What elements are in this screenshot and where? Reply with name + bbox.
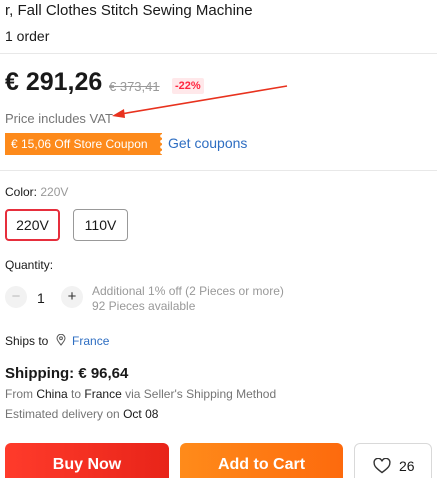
quantity-label: Quantity: [5, 258, 54, 272]
wishlist-count: 26 [399, 458, 415, 474]
color-selected-value: 220V [40, 185, 69, 199]
discount-badge: -22% [172, 78, 204, 94]
to-label: to [71, 387, 82, 401]
estimated-delivery: Estimated delivery on Oct 08 [5, 407, 158, 421]
color-label-text: Color: [5, 185, 38, 199]
location-pin-icon [56, 334, 66, 346]
divider [0, 53, 437, 54]
store-coupon-badge[interactable]: € 15,06 Off Store Coupon [5, 133, 162, 155]
product-title: r, Fall Clothes Stitch Sewing Machine [5, 2, 253, 19]
from-label: From [5, 387, 33, 401]
quantity-increase-button[interactable]: + [61, 286, 83, 308]
ships-to: Ships to France [5, 334, 109, 348]
ship-country-link[interactable]: France [72, 334, 109, 348]
original-price: € 373,41 [109, 79, 160, 94]
ships-to-label: Ships to [5, 334, 49, 348]
quantity-info: Additional 1% off (2 Pieces or more) 92 … [92, 284, 284, 314]
shipping-method: via Seller's Shipping Method [125, 387, 277, 401]
sku-option-110v[interactable]: 110V [73, 209, 128, 241]
origin-country: China [36, 387, 68, 401]
buy-now-button[interactable]: Buy Now [5, 443, 169, 478]
heart-icon [373, 458, 391, 474]
stock-available-text: 92 Pieces available [92, 299, 196, 313]
vat-note: Price includes VAT [5, 111, 113, 126]
shipping-route: From China to France via Seller's Shippi… [5, 387, 276, 401]
destination-country: France [84, 387, 122, 401]
shipping-cost: Shipping: € 96,64 [5, 365, 129, 382]
current-price: € 291,26 [5, 68, 103, 96]
bulk-offer-text: Additional 1% off (2 Pieces or more) [92, 284, 284, 298]
add-to-cart-button[interactable]: Add to Cart [180, 443, 343, 478]
get-coupons-link[interactable]: Get coupons [168, 135, 247, 151]
quantity-decrease-button[interactable]: − [5, 286, 27, 308]
order-count: 1 order [5, 28, 50, 44]
quantity-value[interactable]: 1 [37, 290, 45, 306]
sku-option-220v[interactable]: 220V [5, 209, 60, 241]
wishlist-button[interactable]: 26 [354, 443, 432, 478]
color-label: Color: 220V [5, 185, 68, 199]
divider [0, 170, 437, 171]
delivery-label: Estimated delivery on [5, 407, 120, 421]
delivery-date: Oct 08 [123, 407, 159, 421]
